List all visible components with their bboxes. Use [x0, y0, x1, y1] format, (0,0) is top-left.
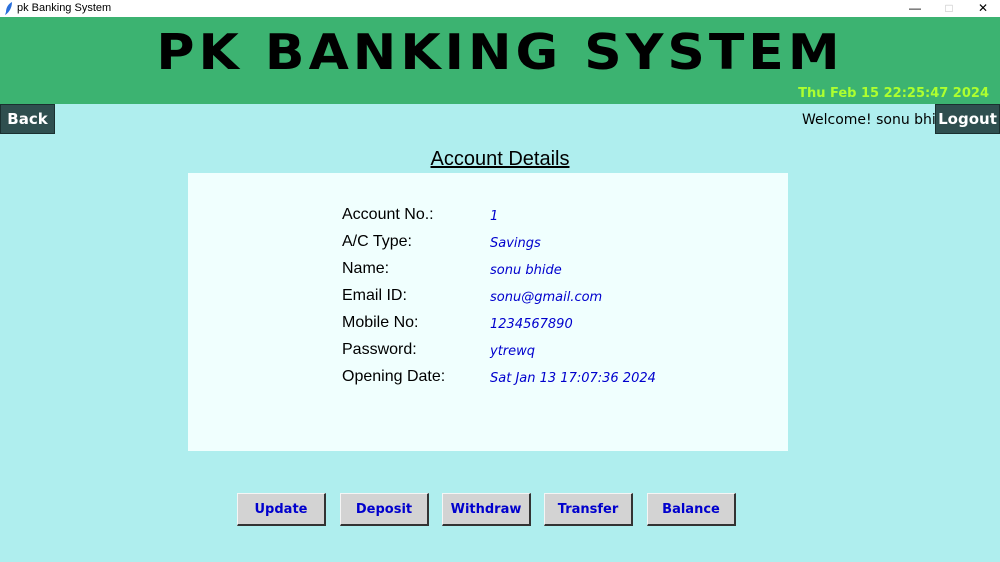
deposit-button[interactable]: Deposit: [340, 493, 429, 526]
detail-label: Account No.:: [342, 206, 434, 223]
back-button[interactable]: Back: [0, 104, 55, 134]
close-button[interactable]: ✕: [966, 0, 1000, 17]
detail-label: Mobile No:: [342, 314, 419, 331]
maximize-button[interactable]: □: [932, 0, 966, 17]
detail-row-mobile: Mobile No: 1234567890: [188, 314, 788, 341]
detail-value: sonu bhide: [490, 263, 562, 278]
detail-row-email: Email ID: sonu@gmail.com: [188, 287, 788, 314]
withdraw-button[interactable]: Withdraw: [442, 493, 531, 526]
window-title: pk Banking System: [17, 2, 112, 14]
detail-value: sonu@gmail.com: [490, 290, 603, 305]
minimize-button[interactable]: —: [898, 0, 932, 17]
detail-row-ac-type: A/C Type: Savings: [188, 233, 788, 260]
detail-label: Email ID:: [342, 287, 407, 304]
page-title: Account Details: [430, 148, 570, 170]
header-banner: PK BANKING SYSTEM Thu Feb 15 22:25:47 20…: [0, 17, 1000, 104]
detail-row-password: Password: ytrewq: [188, 341, 788, 368]
detail-value: 1234567890: [490, 317, 573, 332]
app-banner-title: PK BANKING SYSTEM: [156, 24, 844, 82]
detail-value: Savings: [490, 236, 541, 251]
detail-label: Opening Date:: [342, 368, 446, 385]
current-datetime: Thu Feb 15 22:25:47 2024: [798, 86, 989, 101]
window-titlebar: pk Banking System — □ ✕: [0, 0, 1000, 17]
detail-label: A/C Type:: [342, 233, 412, 250]
detail-label: Password:: [342, 341, 417, 358]
account-details-panel: Account No.: 1 A/C Type: Savings Name: s…: [188, 173, 788, 451]
feather-icon: [5, 2, 12, 15]
detail-value: Sat Jan 13 17:07:36 2024: [490, 371, 656, 386]
balance-button[interactable]: Balance: [647, 493, 736, 526]
detail-value: 1: [490, 209, 499, 224]
welcome-message: Welcome! sonu bhide: [802, 112, 935, 128]
transfer-button[interactable]: Transfer: [544, 493, 633, 526]
detail-value: ytrewq: [490, 344, 536, 359]
logout-button[interactable]: Logout: [935, 104, 1000, 134]
detail-row-opening-date: Opening Date: Sat Jan 13 17:07:36 2024: [188, 368, 788, 395]
detail-label: Name:: [342, 260, 390, 277]
detail-row-account-no: Account No.: 1: [188, 206, 788, 233]
update-button[interactable]: Update: [237, 493, 326, 526]
detail-row-name: Name: sonu bhide: [188, 260, 788, 287]
